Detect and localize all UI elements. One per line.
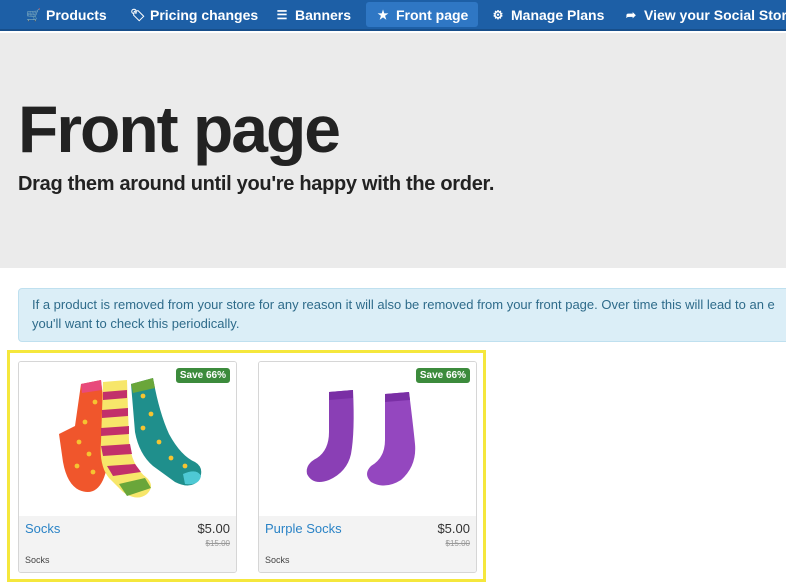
top-navbar: 🛒 Products 🏷 Pricing changes ☰ Banners ★… [0,0,786,31]
nav-front-page[interactable]: ★ Front page [366,2,479,27]
page-title: Front page [18,92,341,166]
product-name-link[interactable]: Purple Socks [265,521,342,536]
product-price: $5.00 [197,521,230,536]
product-image-purple-socks: Save 66% [259,362,476,516]
product-name-link[interactable]: Socks [25,521,60,536]
info-alert-line-1: If a product is removed from your store … [32,297,775,312]
page-header: Front page Drag them around until you're… [0,33,786,268]
info-alert: If a product is removed from your store … [18,288,786,342]
product-category: Socks [25,555,50,565]
discount-badge: Save 66% [415,368,470,383]
product-image-socks: Save 66% [19,362,236,516]
product-card-footer: Purple Socks $5.00 $15.00 Socks [259,516,476,572]
star-icon: ★ [377,7,389,22]
product-category: Socks [265,555,290,565]
list-icon: ☰ [276,7,288,22]
nav-view-social-store-label: View your Social Store [644,6,786,23]
product-old-price: $15.00 [205,539,230,548]
nav-products[interactable]: 🛒 Products [16,2,117,27]
sortable-product-list: Save 66% Socks $5.00 $15.00 Socks Save 6… [7,350,486,582]
product-card-footer: Socks $5.00 $15.00 Socks [19,516,236,572]
product-card[interactable]: Save 66% Purple Socks $5.00 $15.00 Socks [258,361,477,573]
nav-pricing-changes-label: Pricing changes [150,6,259,23]
cart-icon: 🛒 [26,7,41,22]
product-old-price: $15.00 [445,539,470,548]
info-alert-line-2: you'll want to check this periodically. [32,316,240,331]
nav-manage-plans-label: Manage Plans [511,6,605,23]
share-arrow-icon: ➦ [625,7,637,22]
nav-products-label: Products [46,6,107,23]
page-subtitle: Drag them around until you're happy with… [18,173,495,195]
gear-icon: ⚙ [492,7,504,22]
nav-front-page-label: Front page [396,6,469,23]
nav-banners-label: Banners [295,6,352,23]
nav-pricing-changes[interactable]: 🏷 Pricing changes [120,2,268,27]
nav-banners[interactable]: ☰ Banners [265,2,361,27]
nav-manage-plans[interactable]: ⚙ Manage Plans [481,2,614,27]
product-price: $5.00 [437,521,470,536]
tag-icon: 🏷 [130,7,146,22]
discount-badge: Save 66% [175,368,230,383]
nav-view-social-store[interactable]: ➦ View your Social Store [614,2,786,27]
product-card[interactable]: Save 66% Socks $5.00 $15.00 Socks [18,361,237,573]
